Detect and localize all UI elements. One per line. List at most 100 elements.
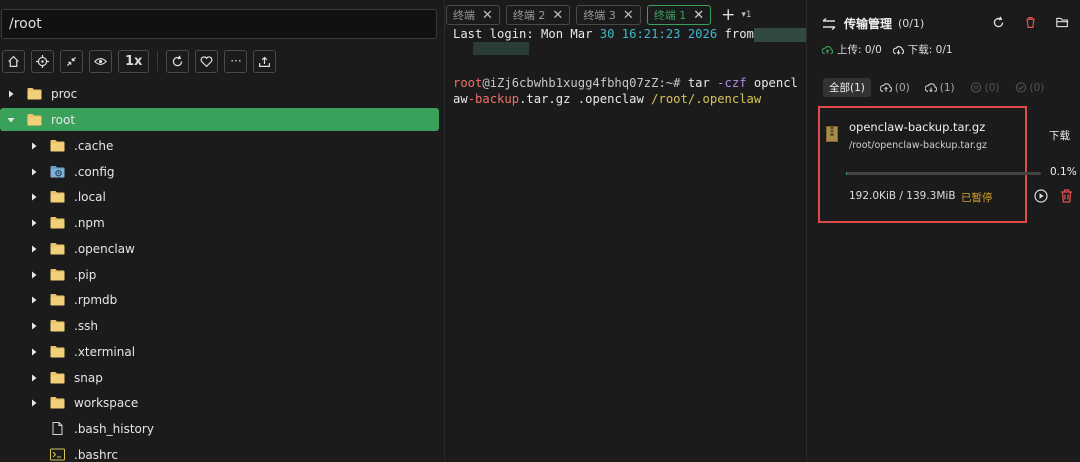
chevron-right-icon[interactable] xyxy=(29,218,39,228)
tab-label: 终端 3 xyxy=(583,9,616,22)
refresh-transfer-button[interactable] xyxy=(990,14,1006,30)
zoom-button[interactable]: 1x xyxy=(118,49,150,73)
tree-row-label: proc xyxy=(51,86,78,101)
filter-paused[interactable]: (0) xyxy=(964,78,1006,97)
upload-cloud-icon xyxy=(822,45,833,54)
pause-circle-icon xyxy=(970,82,981,93)
chevron-right-icon[interactable] xyxy=(29,167,39,177)
folder-icon xyxy=(50,242,65,255)
more-button[interactable]: ··· xyxy=(224,49,248,73)
cmd-arg1-a: opencl xyxy=(746,76,798,90)
filter-count: (0) xyxy=(984,81,1000,94)
collapse-button[interactable] xyxy=(60,49,83,73)
chevron-right-icon[interactable] xyxy=(29,141,39,151)
folder-icon xyxy=(50,139,65,152)
explorer-toolbar: 1x ··· xyxy=(2,49,282,73)
tree-row-proc[interactable]: proc xyxy=(0,82,439,105)
tree-row-workspace[interactable]: workspace xyxy=(0,391,439,414)
close-icon[interactable]: ✕ xyxy=(693,8,704,23)
tree-row-dot-bash-history[interactable]: .bash_history xyxy=(0,417,439,440)
terminal-tab-2[interactable]: 终端 2 ✕ xyxy=(505,5,571,25)
trash-icon xyxy=(1025,16,1035,28)
upload-button[interactable] xyxy=(253,49,277,73)
chevron-right-icon[interactable] xyxy=(29,295,39,305)
tree-row-snap[interactable]: snap xyxy=(0,366,439,389)
chevron-right-icon[interactable] xyxy=(29,270,39,280)
terminal-tab-bar: 终端 ✕ 终端 2 ✕ 终端 3 ✕ 终端 1 ✕ + ▾1 xyxy=(446,4,752,26)
tree-row-dot-rpmdb[interactable]: .rpmdb xyxy=(0,288,439,311)
path-input[interactable] xyxy=(1,9,437,39)
login-from: from xyxy=(717,27,754,41)
refresh-button[interactable] xyxy=(166,49,190,73)
transfer-title: 传输管理 xyxy=(844,17,893,31)
tree-row-dot-bashrc[interactable]: .bashrc xyxy=(0,443,439,462)
close-icon[interactable]: ✕ xyxy=(552,8,563,23)
redacted-ip xyxy=(753,27,814,42)
locate-button[interactable] xyxy=(31,49,54,73)
login-year: 2026 xyxy=(687,27,718,41)
cmd-arg3-a: /root/ xyxy=(643,92,696,106)
close-icon[interactable]: ✕ xyxy=(623,8,634,23)
tree-row-dot-config[interactable]: .config xyxy=(0,160,439,183)
collapse-icon xyxy=(67,56,76,66)
tree-row-dot-openclaw[interactable]: .openclaw xyxy=(0,237,439,260)
filter-upload[interactable]: (0) xyxy=(874,78,916,97)
terminal-output[interactable]: Last login: Mon Mar 30 16:21:23 2026 fro… xyxy=(453,26,814,107)
filter-download[interactable]: (1) xyxy=(919,78,961,97)
tree-arrow-spacer xyxy=(29,424,39,434)
transfer-size: 192.0KiB / 139.3MiB xyxy=(849,190,956,202)
filter-completed[interactable]: (0) xyxy=(1009,78,1051,97)
chevron-right-icon[interactable] xyxy=(29,398,39,408)
home-icon xyxy=(8,55,19,67)
clear-transfers-button[interactable] xyxy=(1022,14,1038,30)
add-tab-icon[interactable]: + xyxy=(721,5,735,25)
tree-row-dot-cache[interactable]: .cache xyxy=(0,134,439,157)
terminal-file-icon xyxy=(50,448,65,461)
chevron-right-icon[interactable] xyxy=(29,373,39,383)
archive-file-icon xyxy=(826,126,838,142)
chevron-right-icon[interactable] xyxy=(29,347,39,357)
chevron-right-icon[interactable] xyxy=(29,192,39,202)
tree-row-label: .npm xyxy=(74,215,105,230)
chevron-right-icon[interactable] xyxy=(6,89,16,99)
tree-row-dot-pip[interactable]: .pip xyxy=(0,263,439,286)
transfer-icon xyxy=(822,17,836,30)
tab-list-dropdown[interactable]: ▾1 xyxy=(741,10,751,20)
refresh-icon xyxy=(993,16,1003,27)
home-button[interactable] xyxy=(2,49,25,73)
tree-row-dot-ssh[interactable]: .ssh xyxy=(0,314,439,337)
terminal-tab-3[interactable]: 终端 3 ✕ xyxy=(576,5,641,25)
terminal-tab-partial[interactable]: 终端 ✕ xyxy=(446,5,500,25)
delete-icon[interactable] xyxy=(1060,189,1073,203)
upload-icon xyxy=(259,56,271,67)
folder-icon xyxy=(50,345,65,358)
favorite-button[interactable] xyxy=(195,49,219,73)
toolbar-divider xyxy=(157,51,159,71)
terminal-tab-1[interactable]: 终端 1 ✕ xyxy=(646,5,712,25)
resume-icon[interactable] xyxy=(1034,189,1048,203)
download-stat-label: 下载: 0/1 xyxy=(907,44,953,56)
terminal-panel: 终端 ✕ 终端 2 ✕ 终端 3 ✕ 终端 1 ✕ + ▾1 Last logi… xyxy=(446,0,814,462)
cmd-arg3-b: .openclaw xyxy=(695,92,762,106)
transfer-panel: 传输管理 (0/1) 上传: 0/0 下载: 0/1 全部 (1) (0) (1… xyxy=(806,0,1080,462)
open-folder-button[interactable] xyxy=(1054,14,1070,30)
cmd-tar: tar xyxy=(680,76,710,90)
transfer-direction: 下载 xyxy=(1049,130,1070,142)
filter-count: (0) xyxy=(1029,81,1045,94)
chevron-down-icon[interactable] xyxy=(6,115,16,125)
heart-icon xyxy=(200,55,213,67)
tree-row-label: .cache xyxy=(74,138,114,153)
show-hidden-button[interactable] xyxy=(89,49,112,73)
tree-row-root[interactable]: root xyxy=(0,108,439,131)
chevron-right-icon[interactable] xyxy=(29,321,39,331)
close-icon[interactable]: ✕ xyxy=(482,8,493,23)
tab-label: 终端 2 xyxy=(512,9,546,22)
chevron-right-icon[interactable] xyxy=(29,244,39,254)
filter-all[interactable]: 全部 (1) xyxy=(823,78,871,97)
tree-row-label: workspace xyxy=(74,395,139,410)
transfer-item-highlight[interactable]: openclaw-backup.tar.gz /root/openclaw-ba… xyxy=(818,106,1027,223)
tree-row-dot-xterminal[interactable]: .xterminal xyxy=(0,340,439,363)
tree-row-dot-local[interactable]: .local xyxy=(0,185,439,208)
file-explorer-panel: 1x ··· proc root .cache .config .local .npm .o… xyxy=(0,0,445,462)
tree-row-dot-npm[interactable]: .npm xyxy=(0,211,439,234)
